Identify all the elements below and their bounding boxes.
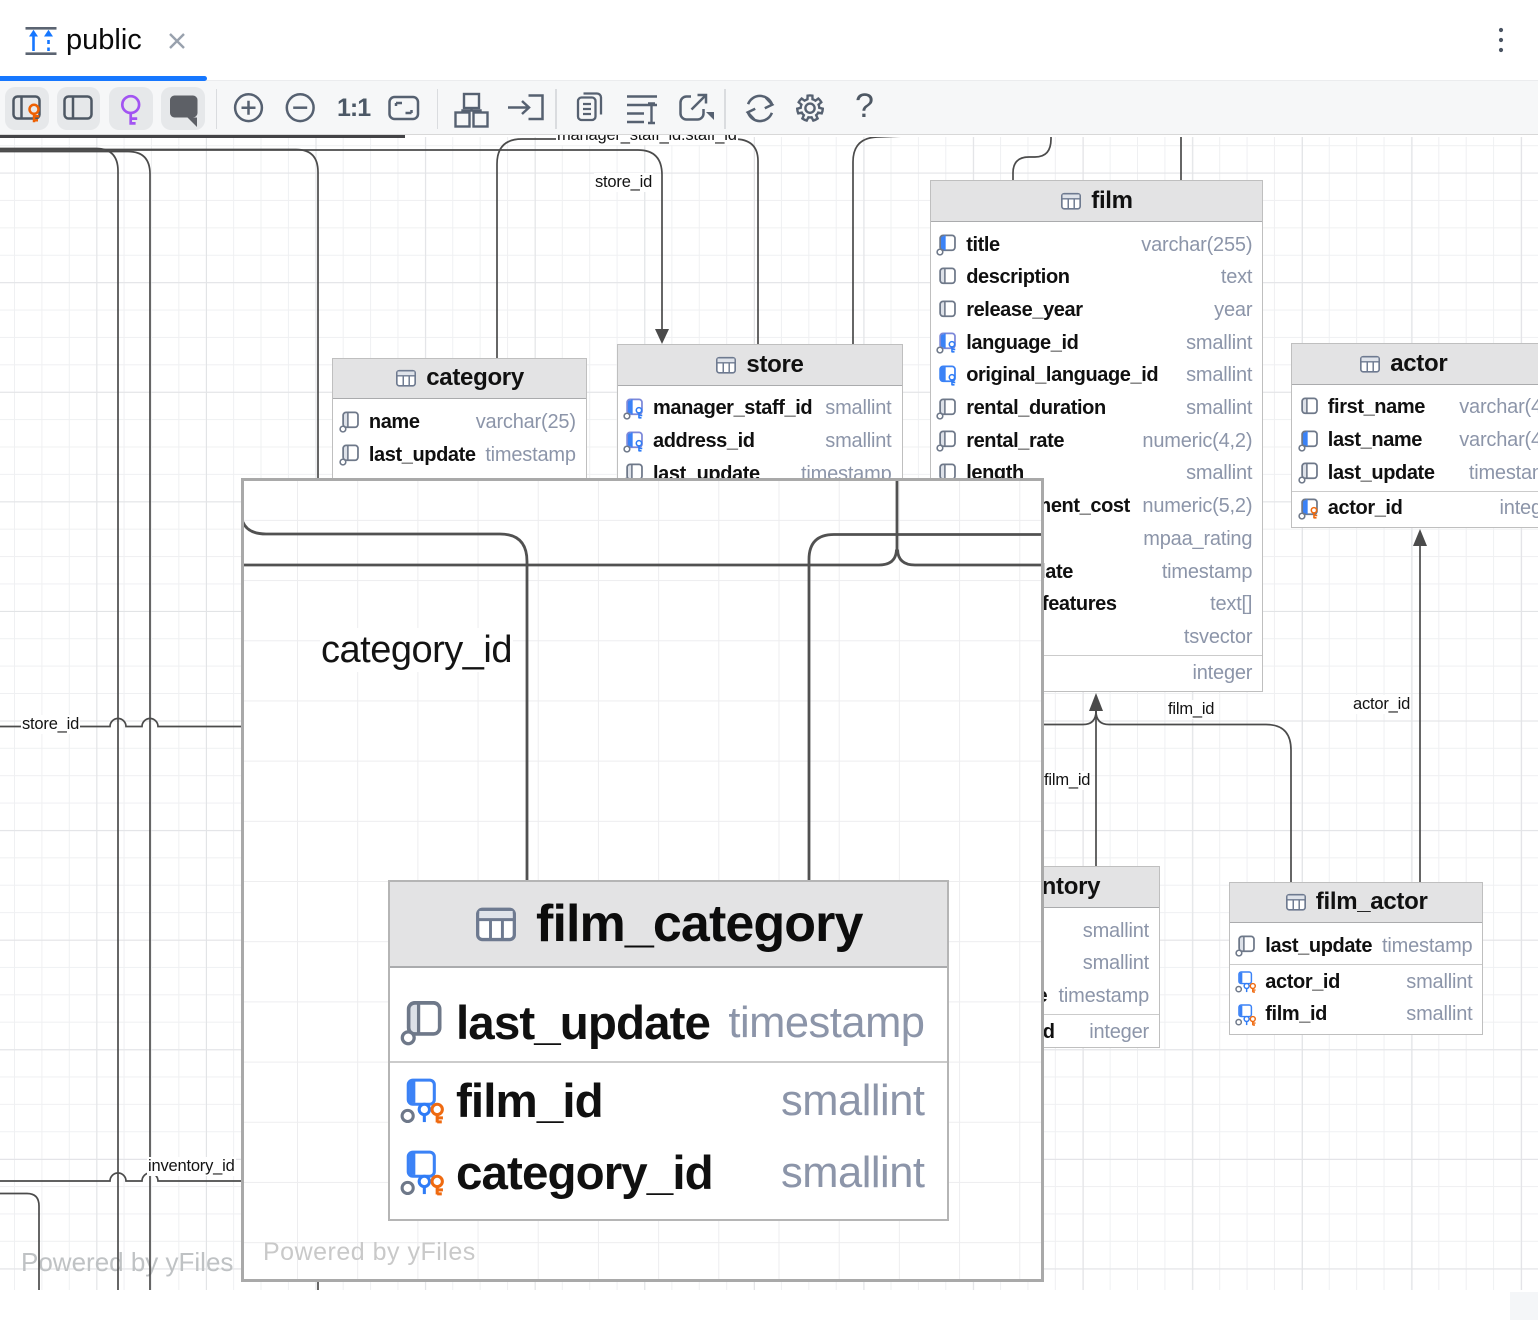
svg-text:?: ? xyxy=(855,87,874,125)
svg-text:1:1: 1:1 xyxy=(337,94,371,122)
